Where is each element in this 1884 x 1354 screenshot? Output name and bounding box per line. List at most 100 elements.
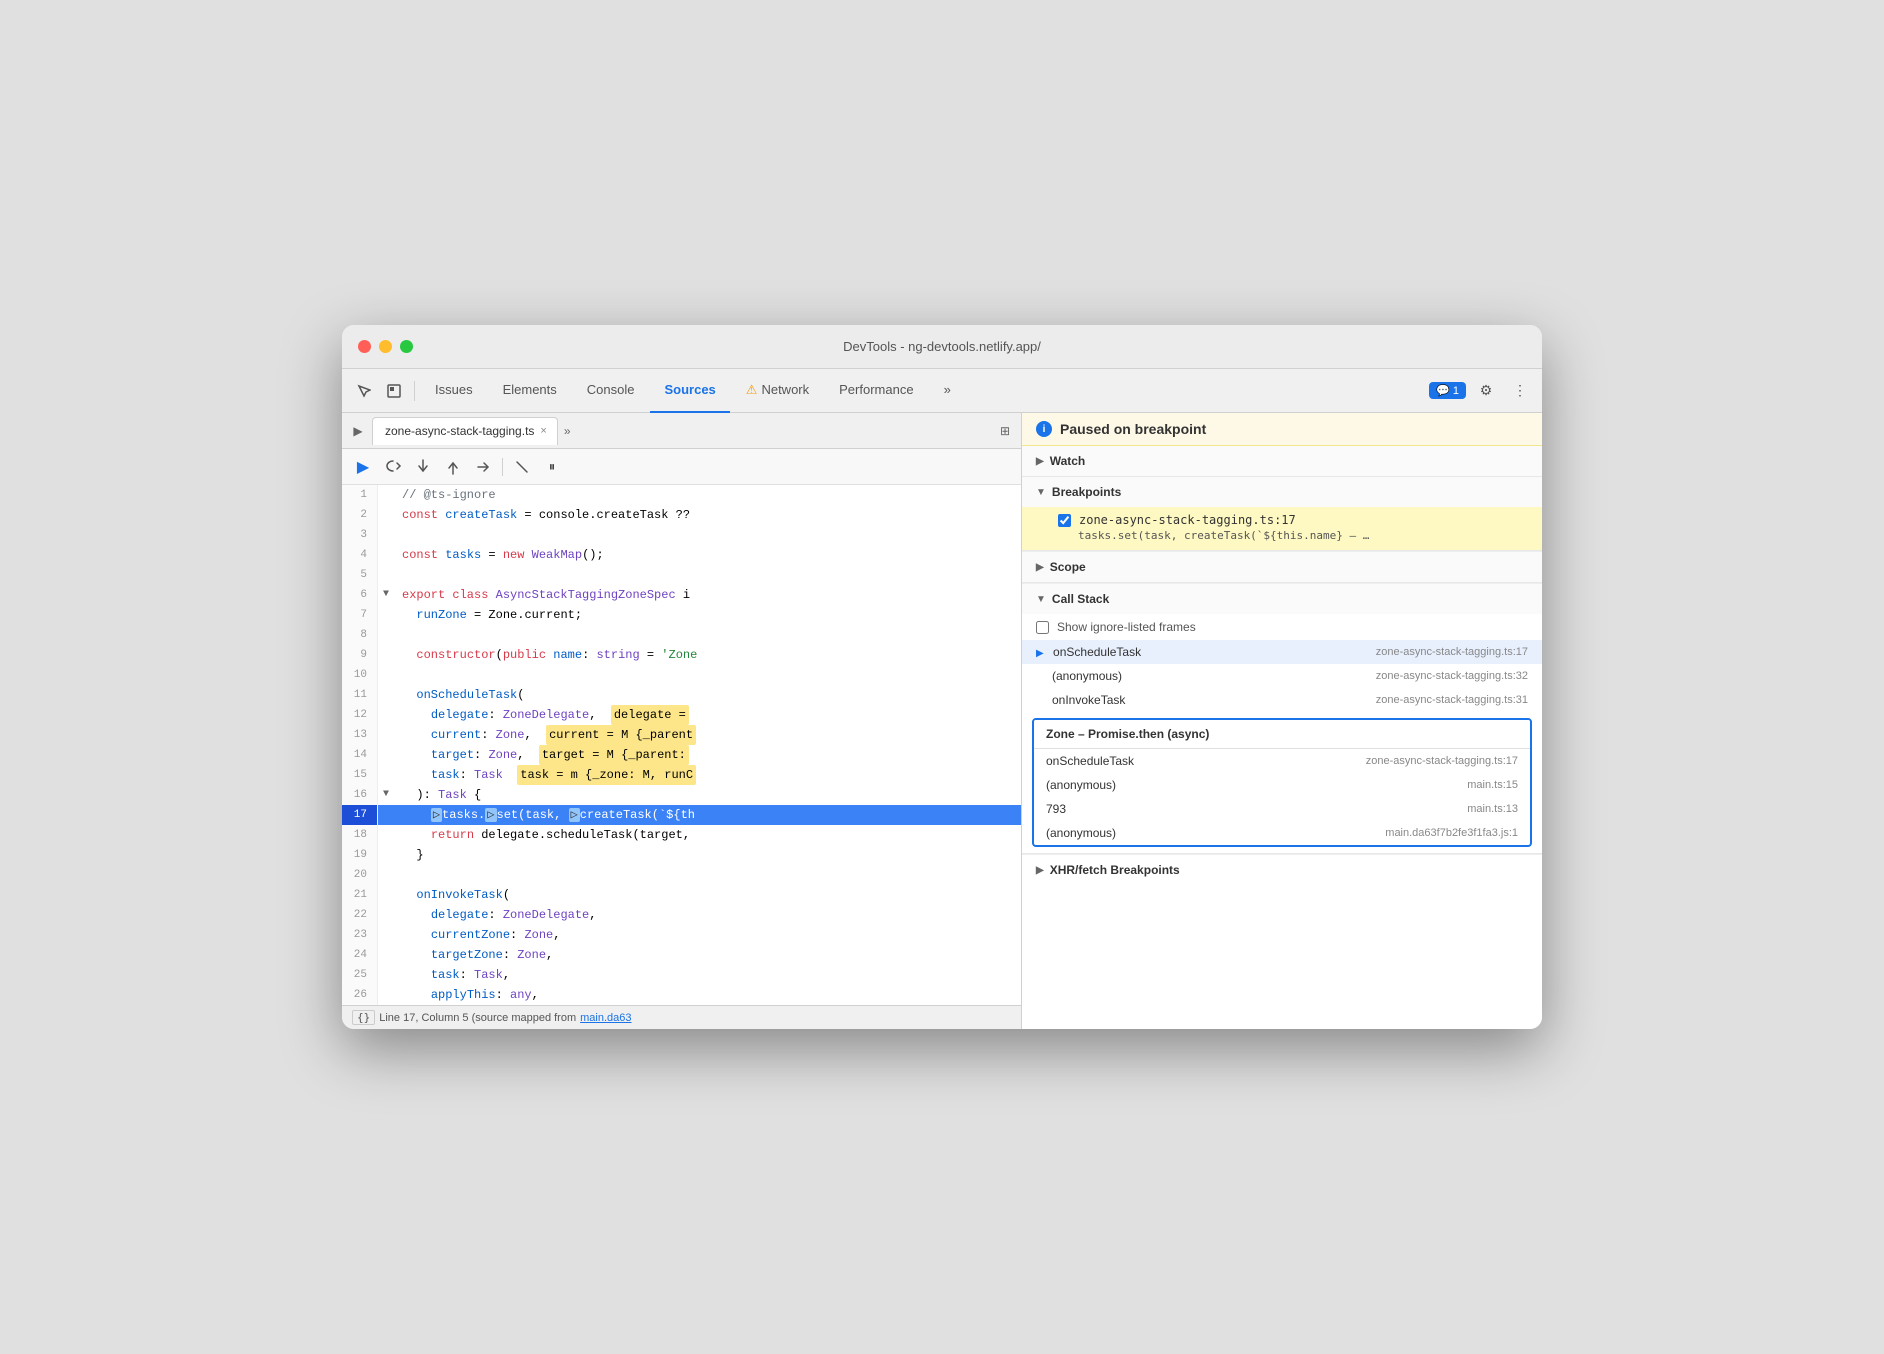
code-text xyxy=(394,865,1021,885)
file-tab-close-icon[interactable]: × xyxy=(540,425,546,437)
line-number: 4 xyxy=(342,545,378,565)
line-number: 20 xyxy=(342,865,378,885)
main-toolbar: Issues Elements Console Sources ⚠ Networ… xyxy=(342,369,1542,413)
callstack-item-0[interactable]: ▶ onScheduleTask zone-async-stack-taggin… xyxy=(1022,640,1542,664)
code-text xyxy=(394,525,1021,545)
watch-label: Watch xyxy=(1050,454,1086,468)
code-line-20: 20 xyxy=(342,865,1021,885)
code-text xyxy=(394,565,1021,585)
line-number: 5 xyxy=(342,565,378,585)
step-into-button[interactable] xyxy=(410,454,436,480)
code-area[interactable]: 1 // @ts-ignore 2 const createTask = con… xyxy=(342,485,1021,1005)
scope-chevron: ▶ xyxy=(1036,562,1044,573)
breakpoints-header[interactable]: ▼ Breakpoints xyxy=(1022,477,1542,507)
bp-code: tasks.set(task, createTask(`${this.name}… xyxy=(1078,527,1528,544)
cursor-icon[interactable] xyxy=(350,377,378,405)
code-line-18: 18 return delegate.scheduleTask(target, xyxy=(342,825,1021,845)
watch-chevron: ▶ xyxy=(1036,456,1044,467)
resume-button[interactable]: ▶ xyxy=(350,454,376,480)
watch-section: ▶ Watch xyxy=(1022,446,1542,477)
ignore-frames-checkbox[interactable] xyxy=(1036,621,1049,634)
step-over-button[interactable] xyxy=(380,454,406,480)
code-text xyxy=(394,665,1021,685)
toolbar-separator xyxy=(414,381,415,401)
chat-badge[interactable]: 💬 1 xyxy=(1429,382,1466,399)
code-text: onInvokeTask( xyxy=(394,885,1021,905)
status-link[interactable]: main.da63 xyxy=(580,1012,631,1024)
paused-text: Paused on breakpoint xyxy=(1060,421,1206,437)
minimize-button[interactable] xyxy=(379,340,392,353)
xhr-section[interactable]: ▶ XHR/fetch Breakpoints xyxy=(1022,854,1542,885)
code-line-11: 11 onScheduleTask( xyxy=(342,685,1021,705)
step-button[interactable] xyxy=(470,454,496,480)
call-stack-header[interactable]: ▼ Call Stack xyxy=(1022,583,1542,614)
line-number: 25 xyxy=(342,965,378,985)
tab-performance[interactable]: Performance xyxy=(825,369,927,413)
tab-issues[interactable]: Issues xyxy=(421,369,487,413)
code-line-21: 21 onInvokeTask( xyxy=(342,885,1021,905)
more-options-icon[interactable]: ⋮ xyxy=(1506,377,1534,405)
code-line-19: 19 } xyxy=(342,845,1021,865)
tab-sources[interactable]: Sources xyxy=(650,369,729,413)
format-icon[interactable]: ⊞ xyxy=(993,419,1017,443)
code-text: currentZone: Zone, xyxy=(394,925,1021,945)
breakpoints-section: ▼ Breakpoints zone-async-stack-tagging.t… xyxy=(1022,477,1542,551)
bp-checkbox[interactable] xyxy=(1058,514,1071,527)
code-line-9: 9 constructor(public name: string = 'Zon… xyxy=(342,645,1021,665)
titlebar: DevTools - ng-devtools.netlify.app/ xyxy=(342,325,1542,369)
pause-button[interactable]: ⏸ xyxy=(539,454,565,480)
step-out-button[interactable] xyxy=(440,454,466,480)
close-button[interactable] xyxy=(358,340,371,353)
line-number: 1 xyxy=(342,485,378,505)
tab-console[interactable]: Console xyxy=(573,369,649,413)
callstack-options: Show ignore-listed frames xyxy=(1022,614,1542,640)
code-line-15: 15 task: Task task = m {_zone: M, runC xyxy=(342,765,1021,785)
code-line-22: 22 delegate: ZoneDelegate, xyxy=(342,905,1021,925)
tab-elements[interactable]: Elements xyxy=(489,369,571,413)
async-item-1[interactable]: (anonymous) main.ts:15 xyxy=(1034,773,1530,797)
inspect-icon[interactable] xyxy=(380,377,408,405)
watch-header[interactable]: ▶ Watch xyxy=(1022,446,1542,476)
code-text: const tasks = new WeakMap(); xyxy=(394,545,1021,565)
async-group: Zone – Promise.then (async) onScheduleTa… xyxy=(1032,718,1532,847)
tab-network[interactable]: ⚠ Network xyxy=(732,369,823,413)
file-tab-more-icon[interactable]: » xyxy=(564,424,571,438)
file-tab-active[interactable]: zone-async-stack-tagging.ts × xyxy=(372,417,558,445)
line-number: 16 xyxy=(342,785,378,805)
right-panel: i Paused on breakpoint ▶ Watch ▼ Breakpo… xyxy=(1022,413,1542,1029)
code-line-7: 7 runZone = Zone.current; xyxy=(342,605,1021,625)
deactivate-button[interactable] xyxy=(509,454,535,480)
line-number: 9 xyxy=(342,645,378,665)
async-item-2[interactable]: 793 main.ts:13 xyxy=(1034,797,1530,821)
scope-header[interactable]: ▶ Scope xyxy=(1022,551,1542,582)
settings-icon[interactable]: ⚙ xyxy=(1472,377,1500,405)
bp-filename: zone-async-stack-tagging.ts:17 xyxy=(1079,513,1296,527)
callstack-item-1[interactable]: (anonymous) zone-async-stack-tagging.ts:… xyxy=(1022,664,1542,688)
paused-banner: i Paused on breakpoint xyxy=(1022,413,1542,446)
xhr-chevron: ▶ xyxy=(1036,865,1044,876)
code-line-10: 10 xyxy=(342,665,1021,685)
code-line-13: 13 current: Zone, current = M {_parent xyxy=(342,725,1021,745)
code-text: ): Task { xyxy=(394,785,1021,805)
tab-more[interactable]: » xyxy=(930,369,965,413)
toolbar-right: 💬 1 ⚙ ⋮ xyxy=(1429,377,1534,405)
line-number: 15 xyxy=(342,765,378,785)
async-item-3[interactable]: (anonymous) main.da63f7b2fe3f1fa3.js:1 xyxy=(1034,821,1530,845)
code-text: task: Task task = m {_zone: M, runC xyxy=(394,765,1021,785)
line-number: 7 xyxy=(342,605,378,625)
code-line-26: 26 applyThis: any, xyxy=(342,985,1021,1005)
format-toggle[interactable]: {} xyxy=(352,1010,375,1025)
async-item-0[interactable]: onScheduleTask zone-async-stack-tagging.… xyxy=(1034,749,1530,773)
sidebar-toggle-icon[interactable]: ▶ xyxy=(346,419,370,443)
code-line-6: 6 ▼ export class AsyncStackTaggingZoneSp… xyxy=(342,585,1021,605)
async-group-header: Zone – Promise.then (async) xyxy=(1034,720,1530,749)
code-text: // @ts-ignore xyxy=(394,485,1021,505)
call-stack-chevron: ▼ xyxy=(1036,594,1046,605)
line-number: 22 xyxy=(342,905,378,925)
maximize-button[interactable] xyxy=(400,340,413,353)
code-line-1: 1 // @ts-ignore xyxy=(342,485,1021,505)
ignore-frames-label: Show ignore-listed frames xyxy=(1057,620,1196,634)
code-text: constructor(public name: string = 'Zone xyxy=(394,645,1021,665)
callstack-item-2[interactable]: onInvokeTask zone-async-stack-tagging.ts… xyxy=(1022,688,1542,712)
scope-section: ▶ Scope xyxy=(1022,551,1542,583)
